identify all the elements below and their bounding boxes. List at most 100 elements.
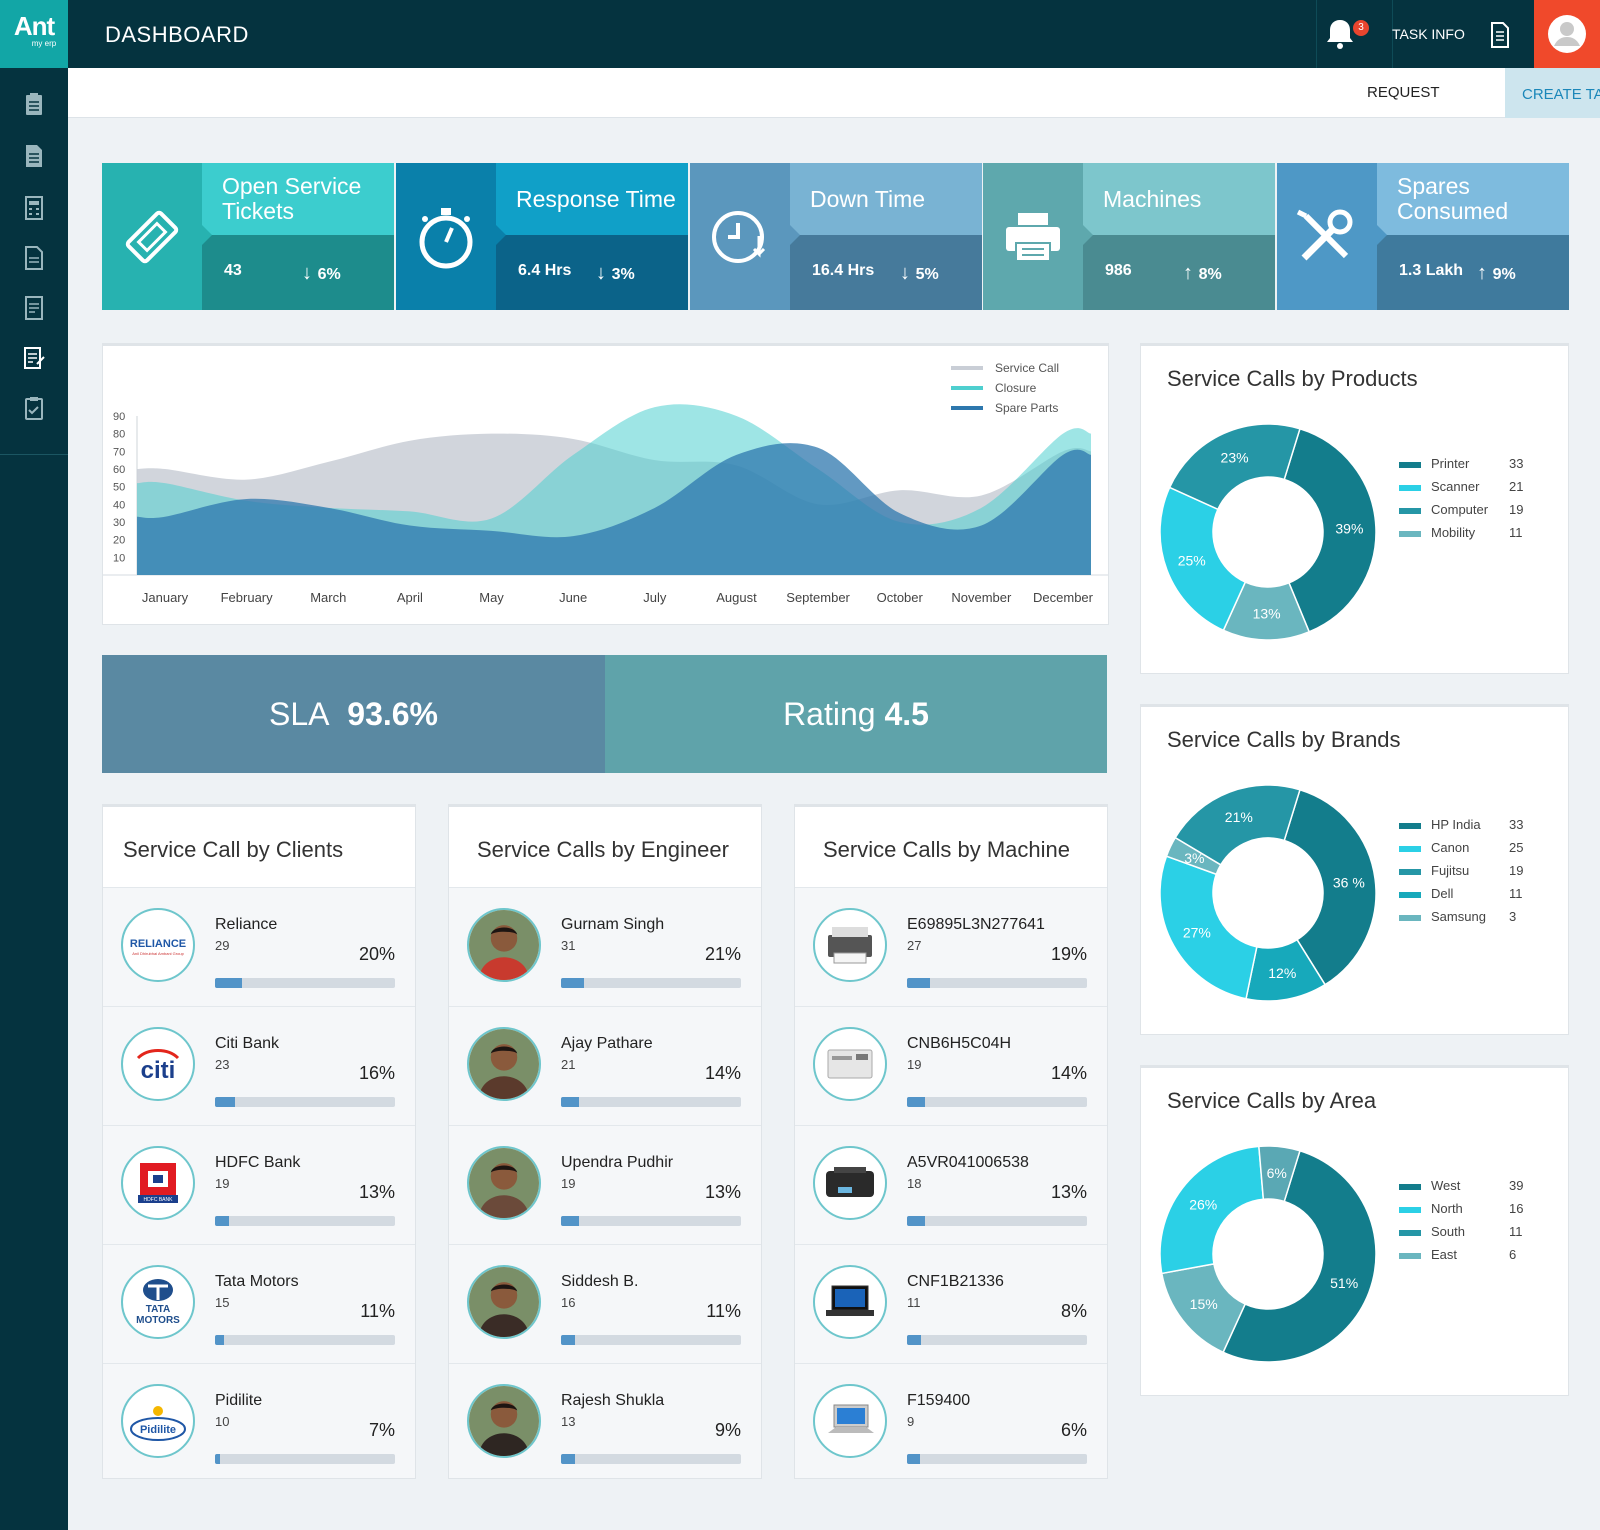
x-tick-label: August bbox=[716, 590, 757, 605]
item-percent: 8% bbox=[1061, 1301, 1087, 1322]
kpi-footer: 43↓ 6% bbox=[202, 235, 394, 310]
arrow-up-icon: ↑ bbox=[1183, 262, 1199, 284]
list-item[interactable]: E69895L3N2776412719% bbox=[795, 887, 1107, 1005]
kpi-title: Machines bbox=[1083, 163, 1275, 235]
x-tick-label: December bbox=[1033, 590, 1094, 605]
kpi-tile[interactable]: Response Time6.4 Hrs↓ 3% bbox=[396, 163, 688, 310]
item-percent: 13% bbox=[705, 1182, 741, 1203]
slice-label: 21% bbox=[1225, 809, 1253, 825]
list-item[interactable]: HDFC BANKHDFC Bank1913% bbox=[103, 1125, 415, 1243]
avatar bbox=[467, 1265, 541, 1339]
rating-value: 4.5 bbox=[884, 696, 928, 732]
list-item[interactable]: citiCiti Bank2316% bbox=[103, 1006, 415, 1124]
legend-label: Fujitsu bbox=[1431, 863, 1469, 878]
item-name: CNB6H5C04H bbox=[907, 1035, 1011, 1053]
task-info-button[interactable]: TASK INFO bbox=[1392, 26, 1465, 42]
kpi-value: 986 bbox=[1105, 262, 1132, 280]
progress-bar bbox=[907, 1335, 1087, 1345]
item-name: Reliance bbox=[215, 916, 277, 934]
item-count: 19 bbox=[215, 1176, 229, 1191]
sidebar-item-calculator[interactable] bbox=[0, 188, 68, 228]
kpi-title: Down Time bbox=[790, 163, 982, 235]
page-title: DASHBOARD bbox=[105, 22, 249, 48]
machines-panel: Service Calls by Machine E69895L3N277641… bbox=[794, 804, 1108, 1479]
kpi-change-value: 3% bbox=[612, 266, 635, 283]
svg-text:MOTORS: MOTORS bbox=[136, 1315, 180, 1326]
machine-image bbox=[813, 1265, 887, 1339]
kpi-tile[interactable]: Spares Consumed1.3 Lakh↑ 9% bbox=[1277, 163, 1569, 310]
donut-chart[interactable]: 39%13%25%23%Printer33Scanner21Computer19… bbox=[1141, 376, 1566, 676]
slice-label: 36 % bbox=[1333, 875, 1365, 891]
sidebar-item-document[interactable] bbox=[0, 136, 68, 176]
tools-icon bbox=[1277, 163, 1377, 310]
legend-swatch bbox=[1399, 508, 1421, 514]
kpi-change: ↓ 5% bbox=[900, 262, 939, 285]
x-tick-label: April bbox=[397, 590, 423, 605]
avatar bbox=[467, 908, 541, 982]
list-item[interactable]: Gurnam Singh3121% bbox=[449, 887, 761, 1005]
list-item[interactable]: CNB6H5C04H1914% bbox=[795, 1006, 1107, 1124]
list-item[interactable]: A5VR0410065381813% bbox=[795, 1125, 1107, 1243]
kpi-tile[interactable]: Machines986↑ 8% bbox=[983, 163, 1275, 310]
legend-label: Mobility bbox=[1431, 525, 1476, 540]
item-name: CNF1B21336 bbox=[907, 1273, 1004, 1291]
app-logo[interactable]: Ant my erp bbox=[0, 0, 68, 68]
progress-fill bbox=[215, 1454, 220, 1464]
progress-bar bbox=[215, 1335, 395, 1345]
top-bar: Ant my erp DASHBOARD 3 TASK INFO bbox=[0, 0, 1600, 68]
kpi-tile[interactable]: Open Service Tickets43↓ 6% bbox=[102, 163, 394, 310]
donut-chart[interactable]: 51%15%26%6%West39North16South11East6 bbox=[1141, 1098, 1566, 1398]
x-tick-label: October bbox=[877, 590, 924, 605]
slice-label: 15% bbox=[1190, 1296, 1218, 1312]
kpi-value: 16.4 Hrs bbox=[812, 262, 874, 280]
list-item[interactable]: Siddesh B.1611% bbox=[449, 1244, 761, 1362]
sla-label: SLA bbox=[269, 696, 329, 732]
file-icon bbox=[24, 246, 44, 270]
legend-swatch bbox=[1399, 915, 1421, 921]
kpi-footer: 1.3 Lakh↑ 9% bbox=[1377, 235, 1569, 310]
list-item[interactable]: F15940096% bbox=[795, 1363, 1107, 1481]
donut-slice[interactable] bbox=[1170, 424, 1300, 509]
list-item[interactable]: CNF1B21336118% bbox=[795, 1244, 1107, 1362]
list-item[interactable]: PidilitePidilite107% bbox=[103, 1363, 415, 1481]
list-item[interactable]: Ajay Pathare2114% bbox=[449, 1006, 761, 1124]
list-item[interactable]: Rajesh Shukla139% bbox=[449, 1363, 761, 1481]
clients-panel-title: Service Call by Clients bbox=[103, 807, 415, 887]
item-percent: 16% bbox=[359, 1063, 395, 1084]
sidebar-item-report[interactable] bbox=[0, 288, 68, 328]
kpi-change: ↓ 3% bbox=[596, 262, 635, 285]
legend-swatch bbox=[1399, 462, 1421, 468]
request-button[interactable]: REQUEST bbox=[1367, 84, 1440, 101]
area-chart[interactable]: 102030405060708090JanuaryFebruaryMarchAp… bbox=[103, 346, 1108, 623]
kpi-title: Response Time bbox=[496, 163, 688, 235]
machine-image bbox=[813, 1027, 887, 1101]
sidebar-item-clipboard[interactable] bbox=[0, 84, 68, 124]
slice-label: 51% bbox=[1330, 1275, 1358, 1291]
kpi-notch bbox=[202, 225, 212, 245]
item-percent: 6% bbox=[1061, 1420, 1087, 1441]
ticket-icon bbox=[102, 163, 202, 310]
item-percent: 13% bbox=[359, 1182, 395, 1203]
sidebar-item-tasks[interactable] bbox=[0, 388, 68, 428]
progress-fill bbox=[907, 1216, 925, 1226]
document-icon[interactable] bbox=[1490, 22, 1510, 53]
list-item[interactable]: Upendra Pudhir1913% bbox=[449, 1125, 761, 1243]
sidebar-item-edit[interactable] bbox=[0, 338, 68, 378]
list-item[interactable]: RELIANCEAnil Dhirubhai Ambani GroupRelia… bbox=[103, 887, 415, 1005]
list-item[interactable]: TATAMOTORSTata Motors1511% bbox=[103, 1244, 415, 1362]
donut-chart[interactable]: 36 %12%27%3%21%HP India33Canon25Fujitsu1… bbox=[1141, 737, 1566, 1037]
legend-swatch bbox=[1399, 485, 1421, 491]
progress-fill bbox=[561, 978, 584, 988]
item-percent: 9% bbox=[715, 1420, 741, 1441]
engineers-panel: Service Calls by Engineer Gurnam Singh31… bbox=[448, 804, 762, 1479]
progress-fill bbox=[215, 1335, 224, 1345]
progress-bar bbox=[561, 1216, 741, 1226]
sidebar-item-file[interactable] bbox=[0, 238, 68, 278]
progress-fill bbox=[215, 978, 242, 988]
create-task-button[interactable]: CREATE TASK bbox=[1505, 68, 1600, 118]
y-tick-label: 30 bbox=[113, 517, 125, 529]
kpi-tile[interactable]: Down Time 16.4 Hrs ↓ 5% bbox=[690, 163, 982, 310]
legend-swatch bbox=[1399, 1230, 1421, 1236]
user-avatar[interactable] bbox=[1534, 0, 1600, 68]
client-logo: citi bbox=[121, 1027, 195, 1101]
